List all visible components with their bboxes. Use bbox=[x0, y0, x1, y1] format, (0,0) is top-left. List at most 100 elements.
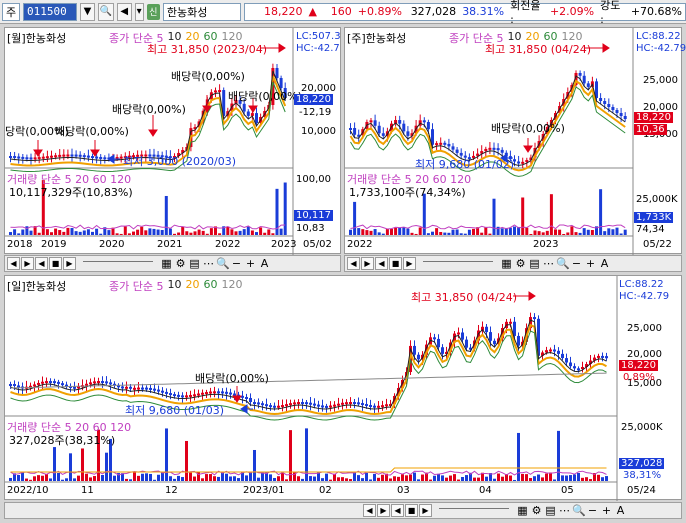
weekly-lc: LC:88.22 bbox=[636, 31, 681, 42]
weekly-chart-panel[interactable]: [주]한농화성 종가 단순 5 10 20 60 120 최고 31,850 (… bbox=[344, 27, 686, 255]
dots-icon[interactable]: ⋯ bbox=[542, 257, 555, 270]
candle-body bbox=[451, 146, 455, 150]
volume-bar bbox=[513, 226, 516, 235]
volume-value: 327,028 bbox=[410, 5, 457, 18]
volume-bar bbox=[245, 475, 248, 481]
zoom-icon[interactable]: 🔍 bbox=[556, 257, 570, 270]
volume-bar bbox=[389, 478, 392, 481]
nav-stop-icon[interactable]: ■ bbox=[389, 257, 402, 270]
text-icon[interactable]: A bbox=[258, 257, 271, 270]
candle-body bbox=[500, 149, 504, 153]
zoom-icon[interactable]: 🔍 bbox=[216, 257, 230, 270]
chart-icon[interactable]: ▤ bbox=[188, 257, 201, 270]
grid-icon[interactable]: ▦ bbox=[516, 504, 529, 517]
nav-prev-icon[interactable]: ◀ bbox=[375, 257, 388, 270]
monthly-vol-tag2: 10,83 bbox=[296, 223, 325, 234]
volume-bar bbox=[70, 228, 74, 235]
gear-icon[interactable]: ⚙ bbox=[530, 504, 543, 517]
daily-price-tag2: 0,89% bbox=[623, 372, 655, 383]
plus-icon[interactable]: + bbox=[244, 257, 257, 270]
minus-icon[interactable]: − bbox=[570, 257, 583, 270]
daily-chart-svg bbox=[5, 276, 618, 501]
nav-next-icon[interactable]: ▶ bbox=[63, 257, 76, 270]
current-price: 18,220 bbox=[264, 5, 303, 18]
dots-icon[interactable]: ⋯ bbox=[202, 257, 215, 270]
nav-prev-icon[interactable]: ◀ bbox=[35, 257, 48, 270]
volume-bar bbox=[537, 231, 541, 235]
candle-body bbox=[41, 156, 45, 159]
minus-icon[interactable]: − bbox=[586, 504, 599, 517]
volume-bar bbox=[105, 452, 108, 481]
volume-bar bbox=[168, 228, 172, 235]
weekly-vol-text: 1,733,100주(74,34%) bbox=[349, 186, 466, 199]
volume-bar bbox=[426, 233, 430, 235]
zoom-icon[interactable]: 🔍 bbox=[572, 504, 586, 517]
volume-bar bbox=[377, 232, 381, 235]
candle-body bbox=[281, 405, 284, 408]
chart-icon[interactable]: ▤ bbox=[544, 504, 557, 517]
volume-bar bbox=[157, 474, 160, 481]
gear-icon[interactable]: ⚙ bbox=[174, 257, 187, 270]
candle-body bbox=[37, 382, 40, 385]
plus-icon[interactable]: + bbox=[600, 504, 613, 517]
nav-stop-icon[interactable]: ■ bbox=[49, 257, 62, 270]
monthly-chart-panel[interactable]: [월]한농화성 종가 단순 5 10 20 60 120 최고 31,850 (… bbox=[4, 27, 341, 255]
daily-chart-panel[interactable]: [일]한농화성 종가 단순 5 10 20 60 120 최고 31,850 (… bbox=[4, 275, 682, 501]
weekly-price-tag2: 10,36 bbox=[634, 124, 667, 135]
strength-value: +70.68% bbox=[630, 5, 683, 18]
dropdown-arrow-icon[interactable]: ▼ bbox=[79, 2, 96, 21]
text-icon[interactable]: A bbox=[598, 257, 611, 270]
nav-left-icon[interactable]: ◀ bbox=[7, 257, 20, 270]
magnifier-icon[interactable]: 🔍 bbox=[98, 2, 114, 21]
grid-icon[interactable]: ▦ bbox=[160, 257, 173, 270]
turnover-value: +2.09% bbox=[549, 5, 595, 18]
candle-body bbox=[603, 101, 607, 104]
volume-bar bbox=[493, 478, 496, 481]
nav-stop-icon[interactable]: ■ bbox=[405, 504, 418, 517]
market-select[interactable]: 주 bbox=[2, 2, 20, 21]
text-icon[interactable]: A bbox=[614, 504, 627, 517]
nav-slider[interactable] bbox=[439, 508, 509, 513]
volume-bar bbox=[181, 226, 185, 235]
plus-icon[interactable]: + bbox=[584, 257, 597, 270]
volume-bar bbox=[553, 479, 556, 481]
stock-code-input[interactable]: 011500 bbox=[23, 2, 77, 21]
nav-play-icon[interactable]: ▶ bbox=[361, 257, 374, 270]
speaker-icon[interactable]: ◀ bbox=[116, 2, 132, 21]
minus-icon[interactable]: − bbox=[230, 257, 243, 270]
speaker-dropdown-icon[interactable]: ▾ bbox=[134, 2, 144, 21]
candle-body bbox=[573, 366, 576, 369]
daily-x-tick-8: 05 bbox=[561, 485, 574, 496]
nav-slider[interactable] bbox=[423, 261, 493, 266]
nav-next-icon[interactable]: ▶ bbox=[419, 504, 432, 517]
candle-body bbox=[189, 394, 192, 397]
stock-name-field[interactable]: 한농화성 bbox=[162, 2, 242, 21]
candle-body bbox=[586, 83, 590, 87]
nav-slider[interactable] bbox=[83, 261, 153, 266]
candle-body bbox=[582, 75, 586, 84]
volume-bar bbox=[281, 472, 284, 481]
nav-play-icon[interactable]: ▶ bbox=[377, 504, 390, 517]
nav-play-icon[interactable]: ▶ bbox=[21, 257, 34, 270]
nav-left-icon[interactable]: ◀ bbox=[363, 504, 376, 517]
volume-bar bbox=[557, 430, 560, 481]
dots-icon[interactable]: ⋯ bbox=[558, 504, 571, 517]
volume-bar bbox=[578, 232, 582, 235]
volume-bar bbox=[533, 476, 536, 481]
nav-left-icon[interactable]: ◀ bbox=[347, 257, 360, 270]
volume-bar bbox=[533, 230, 537, 235]
volume-bar bbox=[605, 476, 608, 481]
volume-bar bbox=[377, 477, 380, 481]
candle-body bbox=[313, 403, 316, 406]
volume-bar bbox=[250, 230, 254, 235]
gear-icon[interactable]: ⚙ bbox=[514, 257, 527, 270]
volume-bar bbox=[255, 232, 258, 235]
nav-next-icon[interactable]: ▶ bbox=[403, 257, 416, 270]
chart-icon[interactable]: ▤ bbox=[528, 257, 541, 270]
nav-prev-icon[interactable]: ◀ bbox=[391, 504, 404, 517]
volume-bar bbox=[37, 232, 41, 235]
volume-bar bbox=[9, 477, 12, 481]
candle-body bbox=[309, 402, 312, 405]
volume-bar bbox=[45, 474, 48, 481]
grid-icon[interactable]: ▦ bbox=[500, 257, 513, 270]
